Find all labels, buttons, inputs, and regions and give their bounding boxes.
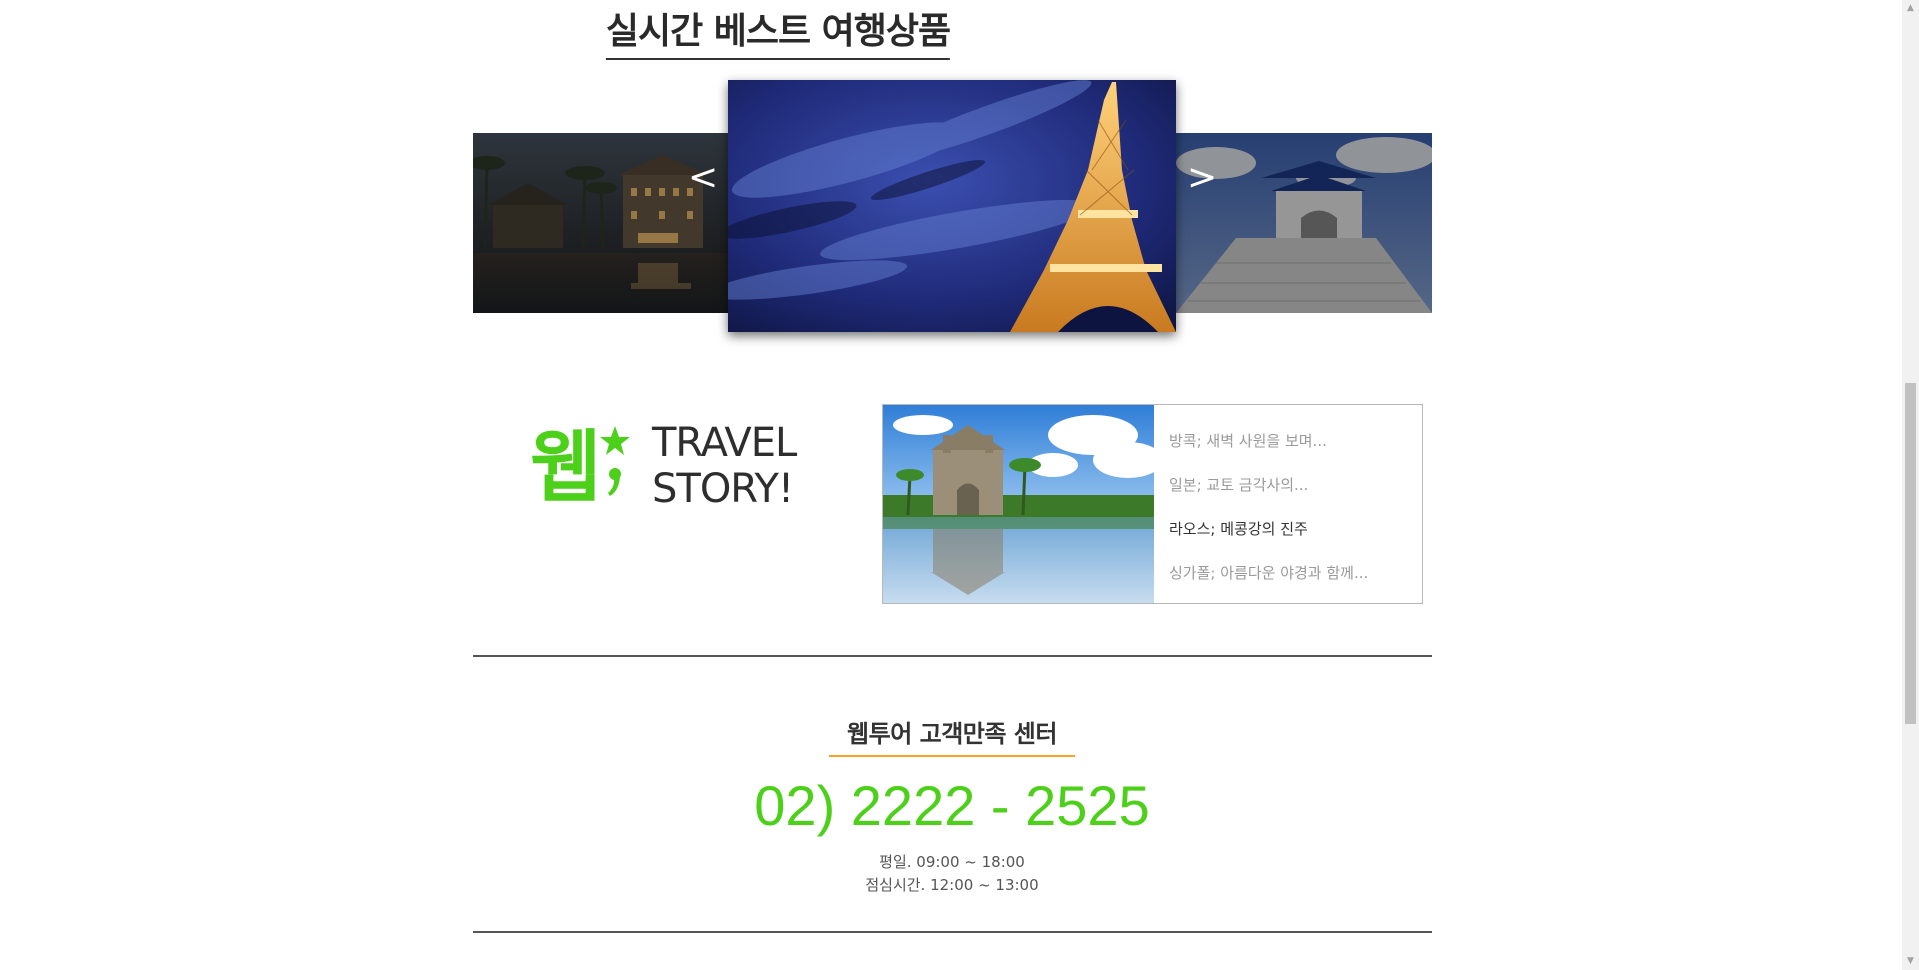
vertical-scrollbar[interactable]: ▲ ▼ — [1902, 0, 1919, 970]
star-icon — [600, 426, 630, 455]
carousel-prev-button[interactable]: < — [688, 160, 718, 196]
customer-center-phone: 02) 2222 - 2525 — [754, 774, 1150, 837]
story-item-japan[interactable]: 일본; 교토 금각사의... — [1169, 463, 1368, 507]
page: 실시간 베스트 여행상품 < > 웹 TRAVEL STORY! 방콕; 새벽 … — [0, 0, 1902, 970]
scroll-up-arrow-icon[interactable]: ▲ — [1902, 0, 1919, 17]
customer-center-hours: 평일. 09:00 ~ 18:00 점심시간. 12:00 ~ 13:00 — [865, 851, 1038, 897]
story-list: 방콕; 새벽 사원을 보며... 일본; 교토 금각사의... 라오스; 메콩강… — [1169, 419, 1368, 595]
logo-web-glyph: 웹 — [530, 423, 602, 508]
slide-eiffel-tower-image[interactable] — [728, 80, 1176, 332]
story-item-singapore[interactable]: 싱가폴; 아름다운 야경과 함께... — [1169, 551, 1368, 595]
travel-story-panel: 방콕; 새벽 사원을 보며... 일본; 교토 금각사의... 라오스; 메콩강… — [882, 404, 1423, 604]
travel-story-line2: STORY! — [652, 466, 794, 512]
web-travel-story-logo: 웹 — [530, 418, 640, 513]
story-item-laos[interactable]: 라오스; 메콩강의 진주 — [1169, 507, 1368, 551]
scroll-down-arrow-icon[interactable]: ▼ — [1902, 953, 1919, 970]
story-item-bangkok[interactable]: 방콕; 새벽 사원을 보며... — [1169, 419, 1368, 463]
customer-center-title: 웹투어 고객만족 센터 — [829, 714, 1075, 757]
divider-bottom — [473, 931, 1432, 933]
scrollbar-thumb[interactable] — [1905, 383, 1916, 724]
divider-top — [473, 655, 1432, 657]
hours-weekday: 평일. 09:00 ~ 18:00 — [879, 853, 1025, 871]
carousel-next-button[interactable]: > — [1187, 160, 1217, 196]
best-products-carousel: < > — [473, 80, 1432, 336]
story-laos-image[interactable] — [883, 405, 1154, 603]
hours-lunch: 점심시간. 12:00 ~ 13:00 — [865, 876, 1039, 894]
travel-story-heading: TRAVEL STORY! — [652, 420, 797, 512]
travel-story-line1: TRAVEL — [652, 420, 797, 466]
best-products-title: 실시간 베스트 여행상품 — [605, 2, 951, 60]
